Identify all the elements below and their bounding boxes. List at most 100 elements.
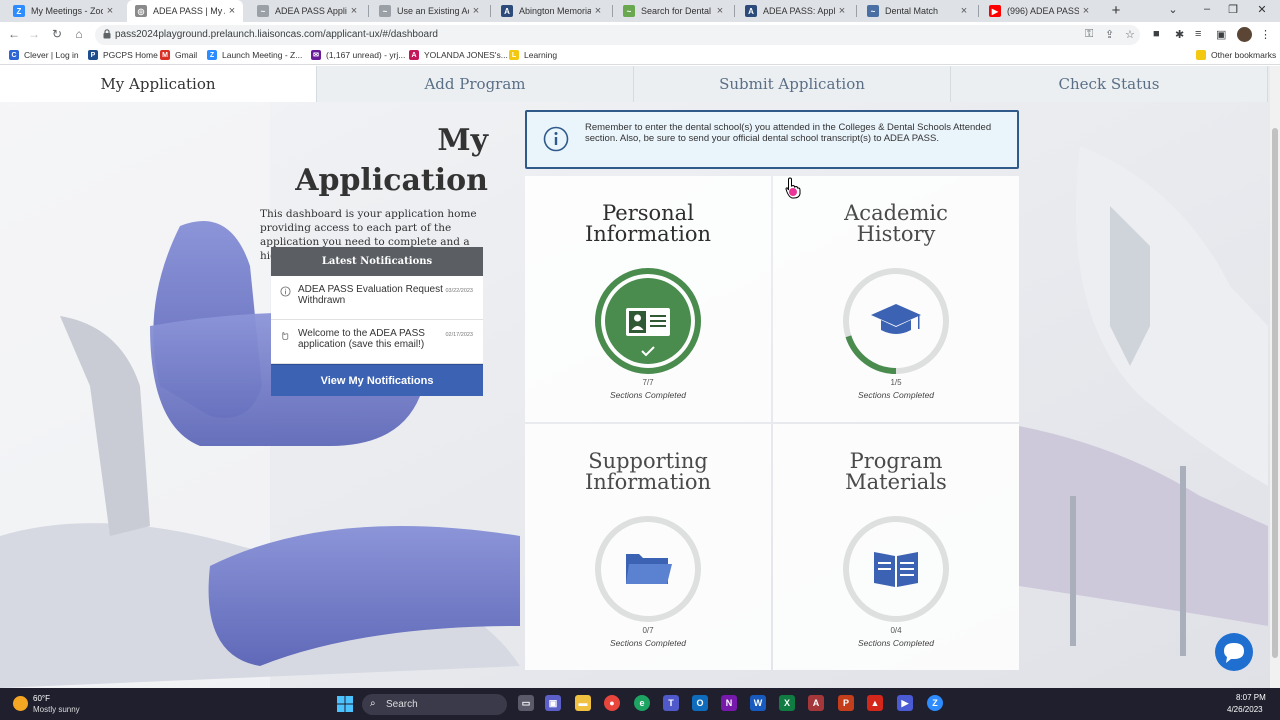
notification-item[interactable]: Welcome to the ADEA PASS application (sa…: [271, 320, 483, 364]
puzzle-icon[interactable]: ✱: [1175, 28, 1184, 41]
edge-icon[interactable]: e: [634, 695, 650, 711]
access-icon[interactable]: A: [808, 695, 824, 711]
info-icon: [280, 286, 291, 297]
task-view-icon[interactable]: ▭: [518, 695, 534, 711]
browser-tab[interactable]: A Abington Memorial H×: [493, 0, 609, 22]
extension-icon[interactable]: ■: [1153, 28, 1160, 40]
file-explorer-icon[interactable]: ▬: [575, 695, 591, 711]
bookmark-item[interactable]: P PGCPS Home: [88, 50, 158, 60]
card-academic-history[interactable]: Academic History 1/5 Sections Completed: [773, 176, 1019, 422]
tab-submit-application[interactable]: Submit Application: [634, 66, 951, 102]
tab-label: My Meetings - Zoom: [31, 6, 103, 16]
close-tab-icon[interactable]: ×: [713, 5, 727, 17]
windows-taskbar: 60°F Mostly sunny ⌕ Search ▭ ▣ ▬ ● e T O…: [0, 688, 1280, 720]
weather-temperature[interactable]: 60°F: [33, 694, 50, 703]
share-icon[interactable]: ⇪: [1105, 28, 1114, 41]
browser-tab[interactable]: ◎ ADEA PASS | My Appli×: [127, 0, 243, 22]
progress-ring: [595, 268, 701, 374]
media-player-icon[interactable]: ▶: [897, 695, 913, 711]
back-icon[interactable]: ←: [6, 27, 22, 41]
outlook-icon[interactable]: O: [692, 695, 708, 711]
notification-item[interactable]: ADEA PASS Evaluation Request Withdrawn 0…: [271, 276, 483, 320]
section-cards: Personal Information 7/7 Sections Complet…: [525, 176, 1019, 670]
close-tab-icon[interactable]: ×: [957, 5, 971, 17]
bookmark-item[interactable]: C Clever | Log in: [9, 50, 79, 60]
bookmark-label: YOLANDA JONES's...: [424, 50, 508, 60]
new-tab-button[interactable]: +: [1108, 2, 1124, 20]
excel-icon[interactable]: X: [779, 695, 795, 711]
windows-start-icon[interactable]: [337, 696, 353, 712]
card-supporting-information[interactable]: Supporting Information 0/7 Sections Compl…: [525, 424, 771, 670]
tab-search-icon[interactable]: ⌄: [1163, 3, 1183, 16]
close-tab-icon[interactable]: ×: [347, 5, 361, 17]
taskbar-search[interactable]: ⌕ Search: [362, 694, 507, 715]
card-program-materials[interactable]: Program Materials 0/4 Sections Completed: [773, 424, 1019, 670]
browser-tab[interactable]: ~ Use an Existing Accou×: [371, 0, 487, 22]
view-notifications-button[interactable]: View My Notifications: [271, 364, 483, 396]
notification-text: Welcome to the ADEA PASS application (sa…: [298, 328, 425, 350]
bookmarks-bar: C Clever | Log in P PGCPS Home M Gmail Z Launch…: [0, 47, 1280, 65]
tab-separator: [368, 5, 369, 17]
browser-tab[interactable]: ~ Dental Match ×: [859, 0, 975, 22]
browser-tab[interactable]: ~ Search for Dental Pro×: [615, 0, 731, 22]
bookmark-favicon-icon: M: [160, 50, 170, 60]
restore-button[interactable]: ❐: [1223, 3, 1243, 16]
bookmark-favicon-icon: Z: [207, 50, 217, 60]
tab-separator: [490, 5, 491, 17]
hospital-icon: A: [501, 5, 513, 17]
close-window-button[interactable]: ✕: [1252, 3, 1272, 16]
close-tab-icon[interactable]: ×: [1079, 5, 1093, 17]
page-scrollbar[interactable]: [1270, 66, 1280, 688]
card-personal-information[interactable]: Personal Information 7/7 Sections Complet…: [525, 176, 771, 422]
powerpoint-icon[interactable]: P: [838, 695, 854, 711]
other-bookmarks[interactable]: Other bookmarks: [1196, 50, 1276, 60]
bookmark-item[interactable]: Z Launch Meeting - Z...: [207, 50, 302, 60]
notification-date: 02/17/2023: [445, 332, 473, 338]
close-tab-icon[interactable]: ×: [835, 5, 849, 17]
browser-tab[interactable]: A ADEA PASS: Applicant×: [737, 0, 853, 22]
scrollbar-thumb[interactable]: [1272, 128, 1278, 658]
word-icon[interactable]: W: [750, 695, 766, 711]
bookmark-item[interactable]: A YOLANDA JONES's...: [409, 50, 508, 60]
clock-date[interactable]: 4/26/2023: [1227, 705, 1263, 714]
bookmark-item[interactable]: ✉ (1,167 unread) - yrj...: [311, 50, 405, 60]
notifications-header: Latest Notifications: [271, 247, 483, 276]
reload-icon[interactable]: ↻: [49, 27, 65, 41]
weather-condition[interactable]: Mostly sunny: [33, 705, 80, 714]
chrome-icon[interactable]: ●: [604, 695, 620, 711]
other-bookmarks-label: Other bookmarks: [1211, 50, 1277, 60]
close-tab-icon[interactable]: ×: [469, 5, 483, 17]
close-tab-icon[interactable]: ×: [103, 5, 117, 17]
tab-check-status[interactable]: Check Status: [951, 66, 1268, 102]
browser-tab[interactable]: ~ ADEA PASS Applicant×: [249, 0, 365, 22]
sections-count: 7/7: [642, 378, 654, 387]
adea-icon: A: [745, 5, 757, 17]
forward-icon[interactable]: →: [26, 27, 42, 41]
close-tab-icon[interactable]: ×: [591, 5, 605, 17]
bookmark-label: PGCPS Home: [103, 50, 158, 60]
bookmark-item[interactable]: M Gmail: [160, 50, 197, 60]
menu-icon[interactable]: ⋮: [1260, 28, 1271, 41]
minimize-button[interactable]: –: [1197, 3, 1217, 15]
url-field[interactable]: pass2024playground.prelaunch.liaisoncas.…: [95, 25, 1140, 45]
teams-icon[interactable]: T: [663, 695, 679, 711]
star-icon[interactable]: ☆: [1125, 28, 1135, 41]
onenote-icon[interactable]: N: [721, 695, 737, 711]
chat-app-icon[interactable]: ▣: [545, 695, 561, 711]
acrobat-icon[interactable]: ▲: [867, 695, 883, 711]
media-icon[interactable]: ≡: [1195, 28, 1201, 40]
weather-sun-icon[interactable]: [13, 696, 28, 711]
chat-button[interactable]: [1215, 633, 1253, 671]
bookmark-item[interactable]: L Learning: [509, 50, 557, 60]
zoom-taskbar-icon[interactable]: Z: [927, 695, 943, 711]
tab-add-program[interactable]: Add Program: [317, 66, 634, 102]
key-icon[interactable]: ⚿: [1085, 28, 1093, 41]
clock-time[interactable]: 8:07 PM: [1236, 693, 1266, 702]
close-tab-icon[interactable]: ×: [225, 5, 239, 17]
home-icon[interactable]: ⌂: [71, 27, 87, 41]
profile-avatar[interactable]: [1237, 27, 1252, 42]
browser-tab[interactable]: ▶ (996) ADEA PASS: Hov×: [981, 0, 1097, 22]
tab-my-application[interactable]: My Application: [0, 66, 317, 102]
browser-tab[interactable]: Z My Meetings - Zoom×: [5, 0, 121, 22]
sidepanel-icon[interactable]: ▣: [1216, 28, 1226, 41]
